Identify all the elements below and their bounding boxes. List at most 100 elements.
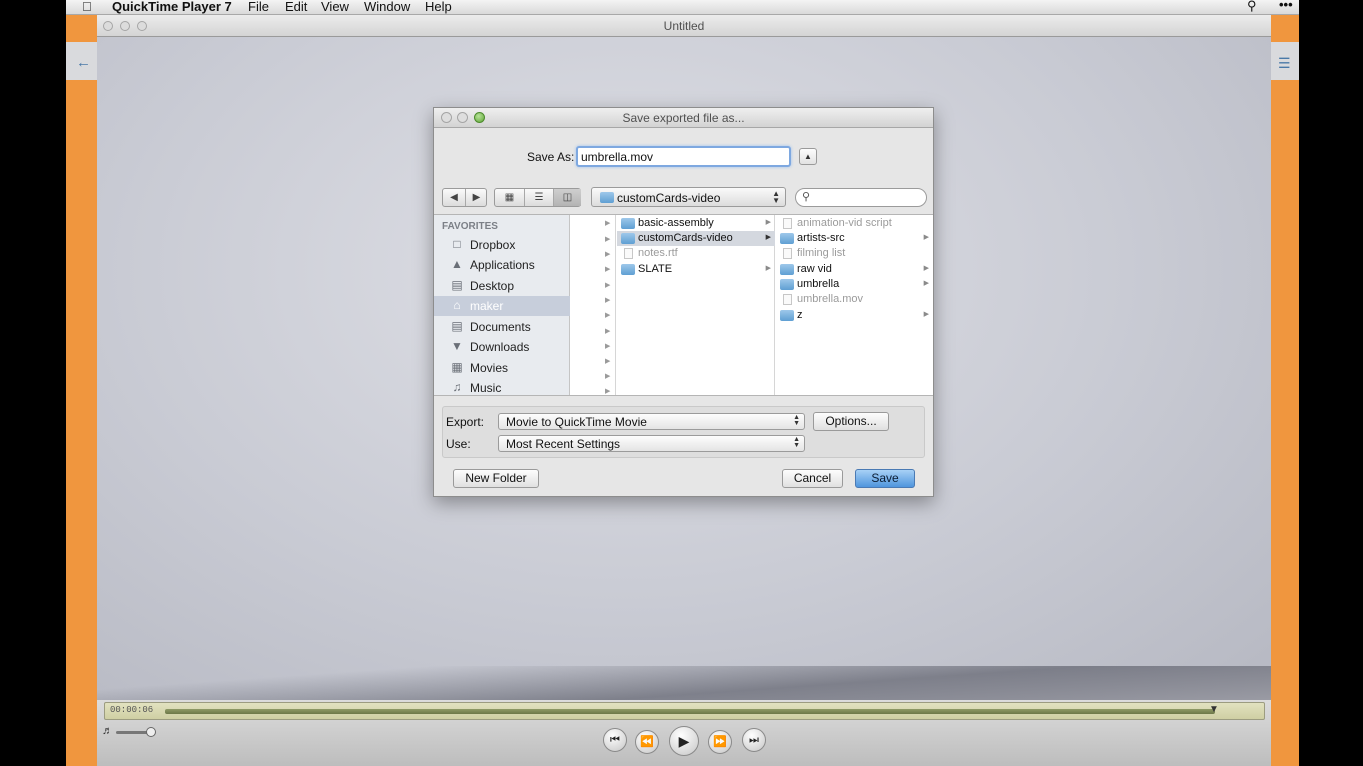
chevron-right-icon: ▶: [923, 234, 929, 241]
column-selected-folder: animation-vid script artists-src ▶ filmi…: [776, 215, 933, 395]
icon-view-button[interactable]: ▦: [495, 189, 524, 206]
sidebar-item-movies[interactable]: ▦ Movies: [434, 358, 570, 378]
back-button[interactable]: ◀: [443, 189, 465, 206]
list-item[interactable]: filming list: [776, 246, 933, 261]
list-item[interactable]: customCards-video ▶: [617, 231, 775, 246]
list-item[interactable]: z ▶: [776, 308, 933, 323]
export-options-box: Export: Movie to QuickTime Movie ▲ ▼ Opti…: [442, 406, 925, 458]
playhead-icon[interactable]: ▼: [1209, 704, 1219, 718]
menu-icon[interactable]: ☰: [1278, 55, 1291, 72]
popup-arrows-icon: ▲ ▼: [793, 436, 800, 449]
back-arrow-icon[interactable]: ←: [76, 54, 91, 71]
applications-icon: ▲: [451, 257, 463, 271]
apple-menu-icon[interactable]: : [82, 0, 92, 14]
use-label: Use:: [446, 437, 471, 451]
timeline-track[interactable]: [165, 709, 1215, 714]
list-item[interactable]: SLATE ▶: [617, 262, 775, 277]
list-item-label: artists-src: [797, 232, 845, 244]
play-button[interactable]: ▶: [669, 726, 699, 756]
menu-file[interactable]: File: [248, 0, 269, 14]
new-folder-button[interactable]: New Folder: [453, 469, 539, 488]
sidebar-header: FAVORITES: [442, 221, 498, 232]
list-item[interactable]: artists-src ▶: [776, 231, 933, 246]
menu-window[interactable]: Window: [364, 0, 410, 14]
go-to-start-button[interactable]: ⏮: [603, 728, 627, 752]
export-format-value: Movie to QuickTime Movie: [506, 415, 647, 429]
rewind-button[interactable]: ⏪: [635, 730, 659, 754]
sidebar-item-dropbox[interactable]: □ Dropbox: [434, 235, 570, 255]
list-view-button[interactable]: ☰: [525, 189, 553, 206]
list-item[interactable]: animation-vid script: [776, 216, 933, 231]
menu-view[interactable]: View: [321, 0, 349, 14]
menu-help[interactable]: Help: [425, 0, 452, 14]
chevron-right-icon: ▶: [605, 343, 611, 350]
sidebar-item-music[interactable]: ♫ Music: [434, 378, 570, 398]
export-format-popup[interactable]: Movie to QuickTime Movie ▲ ▼: [498, 413, 805, 430]
chevron-right-icon: ▶: [605, 282, 611, 289]
list-item-label: customCards-video: [638, 232, 733, 244]
chevron-right-icon: ▶: [765, 265, 771, 272]
chevron-right-icon: ▶: [605, 220, 611, 227]
export-label: Export:: [446, 415, 485, 429]
chevron-right-icon: ▶: [923, 265, 929, 272]
column-view-button[interactable]: ◫: [554, 189, 581, 206]
column-parent: ▶ ▶ ▶ ▶ ▶ ▶ ▶ ▶ ▶ ▶ ▶ ▶: [571, 215, 616, 395]
sidebar-item-documents[interactable]: ▤ Documents: [434, 317, 570, 337]
save-as-input[interactable]: umbrella.mov: [576, 146, 791, 167]
chevron-right-icon: ▶: [605, 358, 611, 365]
volume-slider-knob[interactable]: [146, 727, 156, 737]
sidebar-item-label: Dropbox: [470, 238, 516, 252]
go-to-end-button[interactable]: ⏭: [742, 728, 766, 752]
app-name-menu[interactable]: QuickTime Player 7: [112, 0, 232, 14]
chevron-right-icon: ▶: [765, 219, 771, 226]
save-button[interactable]: Save: [855, 469, 915, 488]
file-icon: [624, 248, 633, 259]
forward-button[interactable]: ▶: [466, 189, 487, 206]
sidebar-item-maker[interactable]: ⌂ maker: [434, 296, 570, 316]
options-button[interactable]: Options...: [813, 412, 889, 431]
use-settings-popup[interactable]: Most Recent Settings ▲ ▼: [498, 435, 805, 452]
sidebar-item-desktop[interactable]: ▤ Desktop: [434, 276, 570, 296]
expand-dialog-button[interactable]: ▲: [799, 148, 817, 165]
dialog-title: Save exported file as...: [622, 111, 745, 125]
chevron-right-icon: ▶: [923, 280, 929, 287]
desktop-icon: ▤: [451, 278, 463, 292]
folder-icon: [600, 192, 614, 203]
location-popup[interactable]: customCards-video ▲ ▼: [591, 187, 786, 207]
video-floor-shadow: [97, 666, 1271, 700]
window-title: Untitled: [663, 19, 705, 33]
sidebar-item-label: Movies: [470, 361, 509, 375]
list-item[interactable]: umbrella ▶: [776, 277, 933, 292]
cancel-button[interactable]: Cancel: [782, 469, 843, 488]
search-input[interactable]: ⚲: [795, 188, 927, 207]
list-item[interactable]: notes.rtf: [617, 246, 775, 261]
folder-icon: [621, 264, 635, 275]
sidebar-item-label: Desktop: [470, 279, 515, 293]
sidebar: FAVORITES □ Dropbox ▲ Applications ▤ Des…: [434, 215, 570, 395]
more-icon[interactable]: •••: [1279, 0, 1293, 12]
list-item-label: notes.rtf: [638, 247, 678, 259]
list-item[interactable]: basic-assembly ▶: [617, 216, 775, 231]
menu-edit[interactable]: Edit: [285, 0, 307, 14]
search-icon: ⚲: [802, 191, 811, 203]
file-icon: [783, 294, 792, 305]
list-item[interactable]: umbrella.mov: [776, 292, 933, 307]
fast-forward-button[interactable]: ⏩: [708, 730, 732, 754]
list-item-label: SLATE: [638, 263, 673, 275]
folder-icon: [780, 264, 794, 275]
list-item[interactable]: raw vid ▶: [776, 262, 933, 277]
folder-icon: [780, 233, 794, 244]
sidebar-item-applications[interactable]: ▲ Applications: [434, 255, 570, 275]
sidebar-item-downloads[interactable]: ▼ Downloads: [434, 337, 570, 357]
sidebar-item-label: Applications: [470, 258, 535, 272]
popup-arrows-icon: ▲ ▼: [793, 414, 800, 427]
chevron-right-icon: ▶: [605, 388, 611, 395]
left-side-strip: [66, 14, 97, 766]
file-icon: [783, 248, 792, 259]
chevron-right-icon: ▶: [605, 328, 611, 335]
sidebar-item-label: maker: [470, 299, 504, 313]
spotlight-search-icon[interactable]: ⚲: [1247, 0, 1257, 14]
save-export-dialog: Save exported file as... Save As: umbrel…: [433, 107, 934, 497]
back-forward-control: ◀ ▶: [442, 188, 487, 207]
music-icon: ♫: [452, 380, 462, 394]
